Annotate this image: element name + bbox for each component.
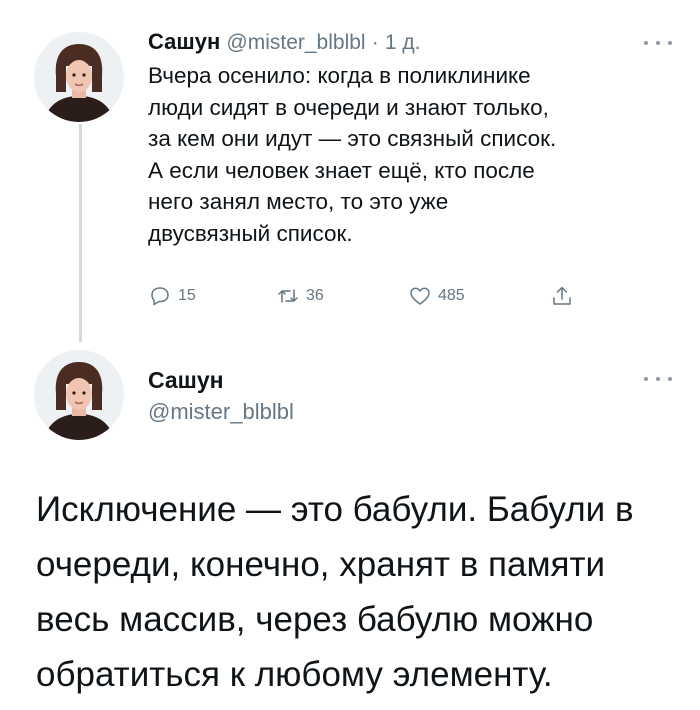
author-name[interactable]: Сашун [148,366,224,394]
author-name[interactable]: Сашун [148,29,220,54]
more-options-icon[interactable] [644,36,672,50]
tweet-text-line: А если человек знает ещё, кто после [148,157,535,183]
reply-count: 15 [178,287,196,304]
author-handle[interactable]: @mister_blblbl [148,398,294,426]
reply-icon [151,287,169,306]
avatar-image [34,32,124,122]
tweet-text-line: весь массив, через бабулю можно [36,600,594,639]
retweet-count: 36 [306,287,324,304]
tweet-text-line: люди сидят в очереди и знают только, [148,94,549,120]
tweet-text-line: за кем они идут — это связный список. [148,126,557,151]
more-options-icon[interactable] [644,372,672,386]
author-handle[interactable]: @mister_blblbl [226,31,365,54]
share-button[interactable] [550,284,574,308]
tweet-text-line: обратиться к любому элементу. [36,655,553,694]
tweet-text-line: очереди, конечно, хранят в памяти [36,545,606,584]
tweet-text-line: двусвязный список. [148,220,353,246]
tweet-timestamp[interactable]: 1 д. [385,31,421,54]
heart-icon [410,287,430,305]
tweet-actions: 15 36 485 [148,284,588,312]
meta-separator: · [371,31,379,54]
thread-connector-line [79,124,82,342]
tweet-text: Исключение — это бабули. Бабули в очеред… [36,482,676,702]
retweet-button[interactable]: 36 [276,284,324,308]
tweet-text: Вчера осенило: когда в поликлинике люди … [148,60,658,249]
reply-button[interactable]: 15 [148,284,196,308]
retweet-icon [278,289,298,303]
like-button[interactable]: 485 [408,284,465,308]
avatar[interactable] [34,350,124,440]
share-icon [553,286,571,305]
avatar-image [34,350,124,440]
tweet-header: Сашун @mister_blblbl · 1 д. [148,28,420,57]
like-count: 485 [438,287,465,304]
tweet-text-line: него занял место, то это уже [148,189,449,214]
tweet-text-line: Вчера осенило: когда в поликлинике [148,63,531,88]
tweet-text-line: Исключение — это бабули. Бабули в [36,490,634,529]
avatar[interactable] [34,32,124,122]
